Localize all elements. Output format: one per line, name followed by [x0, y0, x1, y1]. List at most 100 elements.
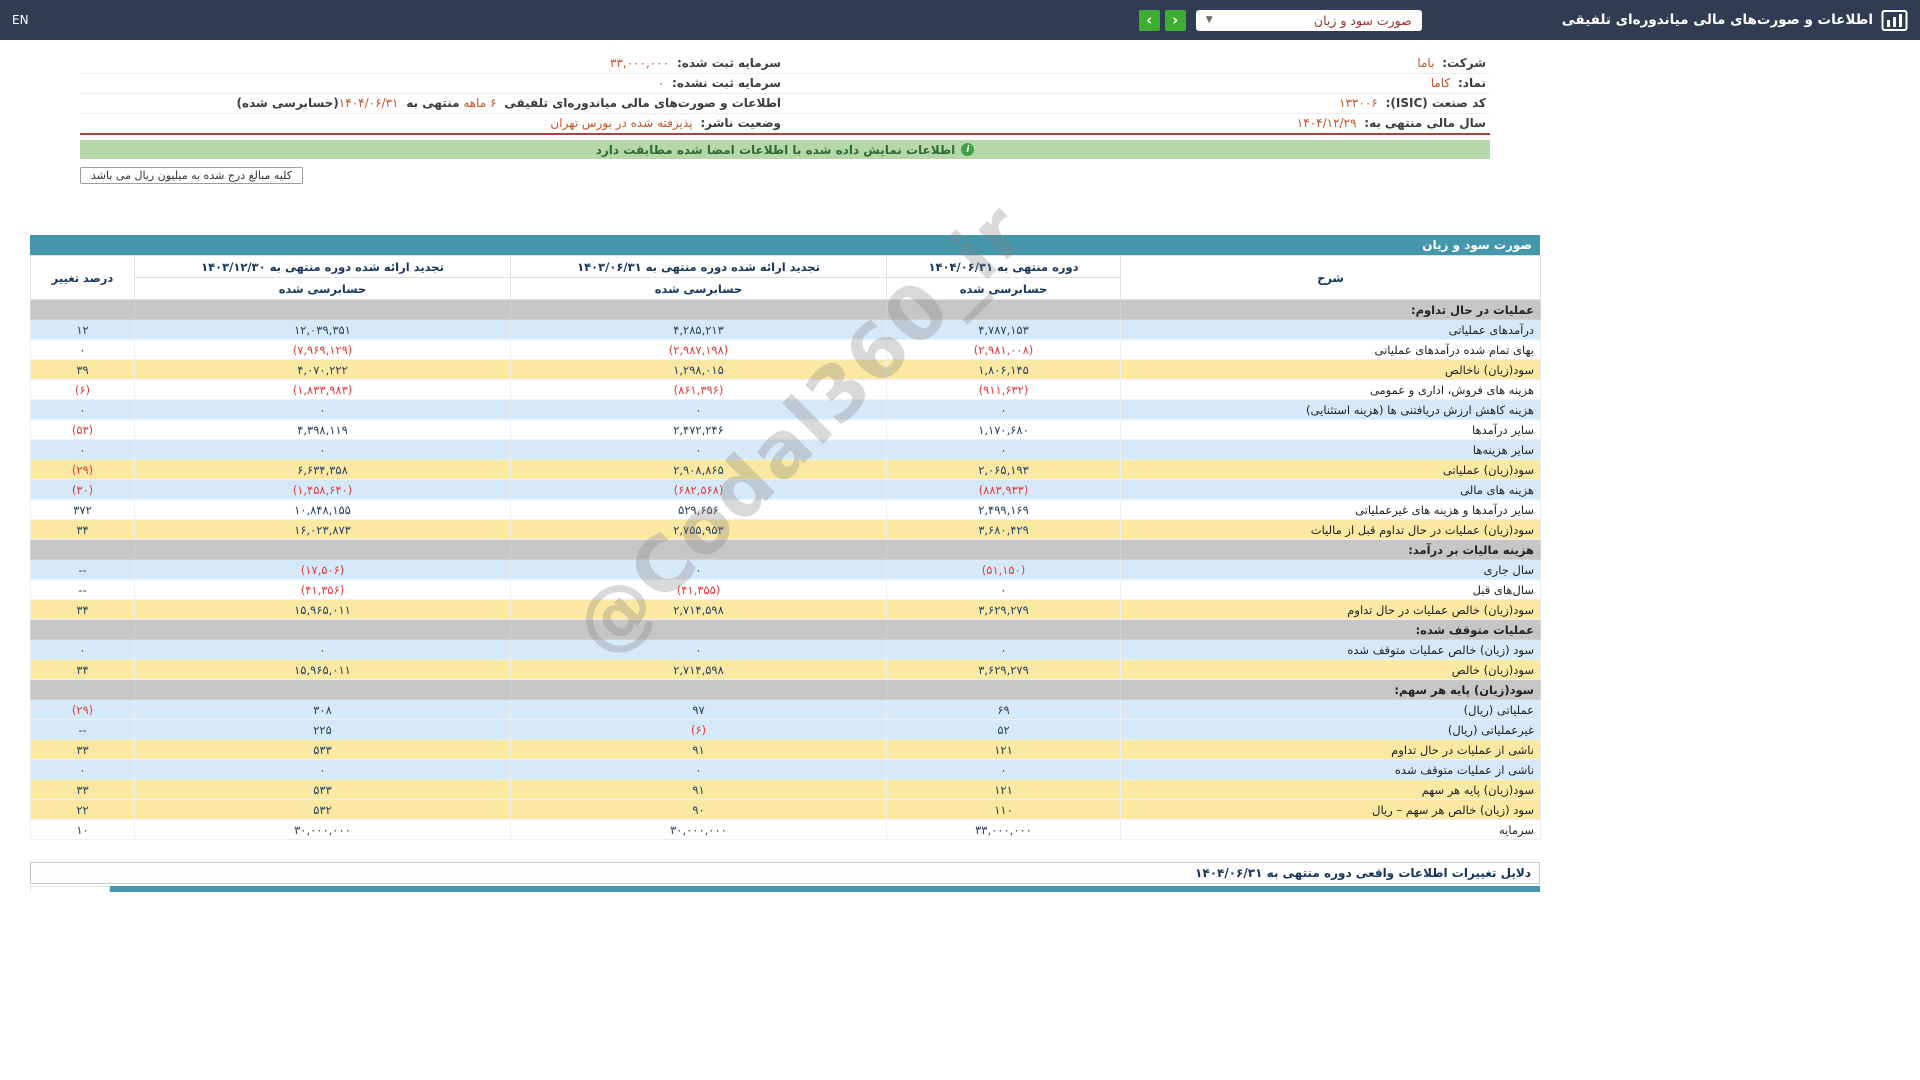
row-value: ۱۱۰	[886, 799, 1121, 820]
isic-label: کد صنعت (ISIC):	[1385, 96, 1486, 110]
symbol-value: کاما	[1430, 76, 1451, 90]
col-subheader-audited: حسابرسی شده	[134, 277, 511, 300]
row-value: (۱۷,۵۰۶)	[134, 559, 511, 580]
row-value: ۹۷	[510, 699, 887, 720]
statement-row: هزینه های مالی (۸۸۳,۹۳۳) (۶۸۲,۵۶۸) (۱,۴۵۸,۶…	[30, 479, 1541, 500]
prev-statement-button[interactable]: ‹	[1164, 9, 1186, 31]
row-value: (۷,۹۶۹,۱۲۹)	[134, 339, 511, 360]
statement-section-row: سود(زیان) پایه هر سهم:	[30, 679, 1541, 700]
row-value: (۲۹)	[30, 459, 135, 480]
row-value: ۲۲۵	[134, 719, 511, 740]
statement-row: سایر درآمدها و هزینه های غیرعملیاتی ۲,۴۹۹…	[30, 499, 1541, 520]
unregistered-capital-label: سرمایه ثبت نشده:	[672, 76, 781, 90]
row-value	[510, 619, 887, 640]
statement-section-row: هزینه مالیات بر درآمد:	[30, 539, 1541, 560]
company-info-row: نماد: کاما سرمایه ثبت نشده: ۰	[80, 74, 1490, 94]
row-value	[134, 679, 511, 700]
row-value: ۰	[134, 399, 511, 420]
registered-capital-field: سرمایه ثبت شده: ۳۳,۰۰۰,۰۰۰	[80, 54, 785, 73]
row-value: ۴,۰۷۰,۲۲۲	[134, 359, 511, 380]
statement-row: درآمدهای عملیاتی ۴,۷۸۷,۱۵۳ ۴,۲۸۵,۲۱۳ ۱۲,۰۳۹…	[30, 319, 1541, 340]
row-label: عملیاتی (ریال)	[1120, 699, 1541, 720]
row-label: سود(زیان) پایه هر سهم:	[1120, 679, 1541, 700]
row-value: ۳۹	[30, 359, 135, 380]
row-label: سود(زیان) خالص	[1120, 659, 1541, 680]
col-subheader-audited: حسابرسی شده	[886, 277, 1121, 300]
statement-section-row: عملیات متوقف شده:	[30, 619, 1541, 640]
row-value: ۲۲	[30, 799, 135, 820]
row-value: ۴,۷۸۷,۱۵۳	[886, 319, 1121, 340]
row-value: (۹۱۱,۶۳۲)	[886, 379, 1121, 400]
row-value: ۱۲۱	[886, 739, 1121, 760]
row-value: ۰	[510, 559, 887, 580]
company-info-section: شرکت: باما سرمایه ثبت شده: ۳۳,۰۰۰,۰۰۰ نم…	[80, 54, 1490, 135]
statement-type-dropdown[interactable]: صورت سود و زیان ▼	[1195, 9, 1422, 31]
company-info-row: سال مالی منتهی به: ۱۴۰۴/۱۲/۲۹ وضعیت ناشر…	[80, 114, 1490, 133]
row-value: ۰	[886, 439, 1121, 460]
changes-reasons-header[interactable]: دلایل تغییرات اطلاعات واقعی دوره منتهی ب…	[30, 862, 1540, 884]
row-value: (۸۶۱,۳۹۶)	[510, 379, 887, 400]
row-value: ۶,۶۳۴,۳۵۸	[134, 459, 511, 480]
row-value: (۱,۸۳۳,۹۸۳)	[134, 379, 511, 400]
row-value	[134, 619, 511, 640]
statement-title-bar: صورت سود و زیان	[30, 235, 1540, 255]
row-label: سال‌های قبل	[1120, 579, 1541, 600]
row-label: غیرعملیاتی (ریال)	[1120, 719, 1541, 740]
row-label: سرمایه	[1120, 819, 1541, 840]
row-label: ناشی از عملیات متوقف شده	[1120, 759, 1541, 780]
next-section-strip	[30, 886, 1540, 892]
topbar: اطلاعات و صورت‌های مالی میاندوره‌ای تلفی…	[0, 0, 1920, 40]
row-value: ۲,۴۷۲,۲۴۶	[510, 419, 887, 440]
symbol-label: نماد:	[1457, 76, 1486, 90]
row-value: ۳۳,۰۰۰,۰۰۰	[886, 819, 1121, 840]
row-value: ۵۳۳	[134, 779, 511, 800]
row-value: ۹۱	[510, 739, 887, 760]
row-value: (۲,۹۸۷,۱۹۸)	[510, 339, 887, 360]
report-desc-prefix: اطلاعات و صورت‌های مالی میاندوره‌ای تلفی…	[504, 96, 781, 110]
language-toggle-en[interactable]: EN	[12, 13, 29, 27]
row-value: ۳,۶۲۹,۲۷۹	[886, 659, 1121, 680]
row-value: ۱۲۱	[886, 779, 1121, 800]
row-value: (۶)	[30, 379, 135, 400]
amounts-note-row: کلیه مبالغ درج شده به میلیون ریال می باش…	[80, 167, 1920, 184]
next-statement-button[interactable]: ›	[1138, 9, 1160, 31]
row-value	[134, 299, 511, 320]
row-value: ۰	[510, 399, 887, 420]
row-value: ۳,۶۲۹,۲۷۹	[886, 599, 1121, 620]
statement-row: سود(زیان) ناخالص ۱,۸۰۶,۱۴۵ ۱,۲۹۸,۰۱۵ ۴,۰۷۰,…	[30, 359, 1541, 380]
row-value	[30, 299, 135, 320]
issuer-status-label: وضعیت ناشر:	[700, 116, 781, 130]
row-label: هزینه های فروش، اداری و عمومی	[1120, 379, 1541, 400]
row-value: (۶۸۲,۵۶۸)	[510, 479, 887, 500]
statement-section-row: عملیات در حال تداوم:	[30, 299, 1541, 320]
row-value: ۵۲	[886, 719, 1121, 740]
row-label: سود(زیان) خالص عملیات در حال تداوم	[1120, 599, 1541, 620]
row-value	[30, 679, 135, 700]
company-label: شرکت:	[1442, 56, 1486, 70]
row-label: هزینه کاهش ارزش دریافتنی ها (هزینه استثن…	[1120, 399, 1541, 420]
row-value: ۵۳۲	[134, 799, 511, 820]
row-value	[134, 539, 511, 560]
row-value: (۶)	[510, 719, 887, 740]
statement-row: هزینه کاهش ارزش دریافتنی ها (هزینه استثن…	[30, 399, 1541, 420]
statement-row: سود(زیان) عملیاتی ۲,۰۶۵,۱۹۳ ۲,۹۰۸,۸۶۵ ۶,۶۳۴…	[30, 459, 1541, 480]
report-description-field: اطلاعات و صورت‌های مالی میاندوره‌ای تلفی…	[80, 94, 785, 113]
row-value: ۱,۲۹۸,۰۱۵	[510, 359, 887, 380]
row-value: ۶۹	[886, 699, 1121, 720]
row-value: (۲۹)	[30, 699, 135, 720]
statement-row: سود(زیان) خالص عملیات در حال تداوم ۳,۶۲۹,…	[30, 599, 1541, 620]
row-value: ۱۰	[30, 819, 135, 840]
row-value: ۰	[510, 639, 887, 660]
statement-row: سود(زیان) پایه هر سهم ۱۲۱ ۹۱ ۵۳۳ ۳۳	[30, 779, 1541, 800]
issuer-status-field: وضعیت ناشر: پذیرفته شده در بورس تهران	[80, 114, 785, 133]
row-value: ۰	[510, 759, 887, 780]
col-header-period-current: دوره منتهی به ۱۴۰۴/۰۶/۳۱	[886, 255, 1121, 278]
statement-row: سایر هزینه‌ها ۰ ۰ ۰ ۰	[30, 439, 1541, 460]
fiscal-year-field: سال مالی منتهی به: ۱۴۰۴/۱۲/۲۹	[785, 114, 1490, 133]
row-value: ۱,۱۷۰,۶۸۰	[886, 419, 1121, 440]
row-value	[886, 539, 1121, 560]
row-value: ۰	[30, 339, 135, 360]
row-value: ۳۴	[30, 519, 135, 540]
row-value: ۱۰,۸۴۸,۱۵۵	[134, 499, 511, 520]
chevron-down-icon: ▼	[1205, 15, 1213, 25]
